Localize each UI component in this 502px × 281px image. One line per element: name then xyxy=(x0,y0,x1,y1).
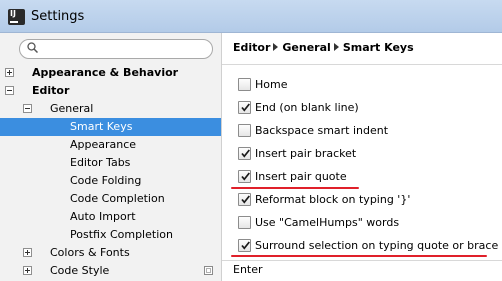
breadcrumb: Editor General Smart Keys xyxy=(233,41,414,54)
breadcrumb-arrow-icon xyxy=(273,43,279,51)
tree-item-label: Code Folding xyxy=(70,174,142,187)
option-checkbox[interactable] xyxy=(238,147,251,160)
tree-item[interactable]: Code Folding xyxy=(0,172,221,190)
tree-item-label: Appearance & Behavior xyxy=(32,66,179,79)
tree-item-label: Smart Keys xyxy=(70,120,133,133)
tree-item[interactable]: Code Completion xyxy=(0,190,221,208)
tree-item[interactable]: Code Style xyxy=(0,262,221,280)
tree-item-label: Editor Tabs xyxy=(70,156,131,169)
collapse-icon[interactable] xyxy=(5,86,14,95)
tree-item-label: Appearance xyxy=(70,138,137,151)
tree-item-label: General xyxy=(50,102,94,115)
annotation-underline-surround-selection xyxy=(231,255,487,257)
intellij-idea-icon: IJ xyxy=(8,9,25,25)
tree-item[interactable]: Auto Import xyxy=(0,208,221,226)
option-label: End (on blank line) xyxy=(255,101,359,114)
tree-item[interactable]: Smart Keys xyxy=(0,118,221,136)
option-checkbox[interactable] xyxy=(238,78,251,91)
checkmark-icon xyxy=(241,103,250,112)
enter-section-label: Enter xyxy=(233,263,263,276)
option-label: Insert pair quote xyxy=(255,170,347,183)
annotation-underline-pair-quote xyxy=(231,187,359,189)
breadcrumb-smart-keys: Smart Keys xyxy=(342,41,414,54)
option-checkbox[interactable] xyxy=(238,193,251,206)
header-divider xyxy=(222,64,502,65)
option-checkbox[interactable] xyxy=(238,239,251,252)
tree-item[interactable]: Colors & Fonts xyxy=(0,244,221,262)
collapse-icon[interactable] xyxy=(23,104,32,113)
tree-item-label: Code Completion xyxy=(70,192,165,205)
option-label: Insert pair bracket xyxy=(255,147,357,160)
search-icon xyxy=(27,42,38,53)
checkmark-icon xyxy=(241,195,250,204)
copy-icon xyxy=(204,266,213,275)
tree-item-label: Auto Import xyxy=(70,210,136,223)
breadcrumb-general: General xyxy=(282,41,331,54)
breadcrumb-arrow-icon xyxy=(333,43,339,51)
settings-tree-panel: Appearance & Behavior Editor General Smart … xyxy=(0,33,222,281)
tree-item[interactable]: Appearance & Behavior xyxy=(0,64,221,82)
expand-icon[interactable] xyxy=(23,266,32,275)
tree-item-label: Colors & Fonts xyxy=(50,246,130,259)
title-bar: IJ Settings xyxy=(0,0,502,33)
option-checkbox[interactable] xyxy=(238,216,251,229)
section-divider xyxy=(222,260,502,261)
settings-content: Editor General Smart Keys Home End (on blan… xyxy=(222,33,502,281)
option-label: Backspace smart indent xyxy=(255,124,389,137)
tree-item-label: Code Style xyxy=(50,264,110,277)
breadcrumb-editor: Editor xyxy=(233,41,271,54)
option-label: Use "CamelHumps" words xyxy=(255,216,400,229)
option-checkbox[interactable] xyxy=(238,170,251,183)
tree-item-label: Postfix Completion xyxy=(70,228,173,241)
tree-item[interactable]: Editor xyxy=(0,82,221,100)
expand-icon[interactable] xyxy=(23,248,32,257)
checkmark-icon xyxy=(241,172,250,181)
window-title: Settings xyxy=(31,9,85,24)
tree-item-label: Editor xyxy=(32,84,70,97)
option-checkbox[interactable] xyxy=(238,101,251,114)
expand-icon[interactable] xyxy=(5,68,14,77)
option-label: Reformat block on typing '}' xyxy=(255,193,411,206)
search-input[interactable] xyxy=(19,39,213,59)
checkmark-icon xyxy=(241,149,250,158)
option-checkbox[interactable] xyxy=(238,124,251,137)
tree-item[interactable]: Editor Tabs xyxy=(0,154,221,172)
tree-item[interactable]: Appearance xyxy=(0,136,221,154)
checkmark-icon xyxy=(241,241,250,250)
tree-item[interactable]: General xyxy=(0,100,221,118)
tree-item[interactable]: Postfix Completion xyxy=(0,226,221,244)
option-label: Home xyxy=(255,78,288,91)
option-label: Surround selection on typing quote or br… xyxy=(255,239,499,252)
